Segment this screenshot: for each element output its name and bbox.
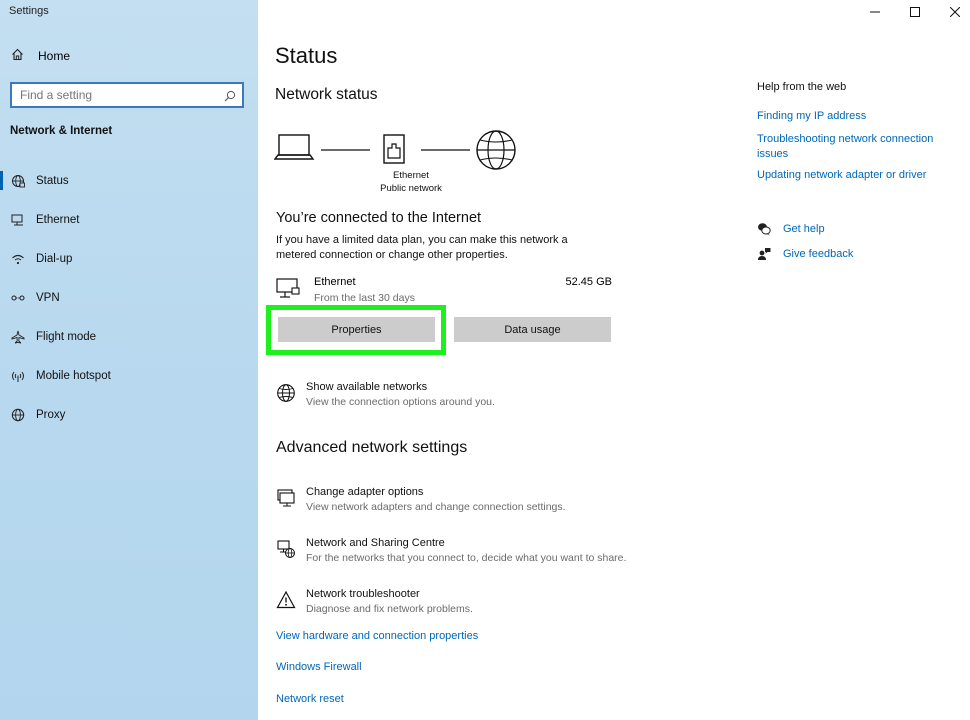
- ethernet-monitor-icon: [276, 278, 302, 305]
- home-icon: [11, 48, 24, 64]
- ethernet-usage-row: Ethernet From the last 30 days 52.45 GB: [276, 276, 612, 306]
- network-reset-link[interactable]: Network reset: [276, 693, 344, 705]
- connection-description: If you have a limited data plan, you can…: [276, 234, 568, 261]
- adapter-label: Ethernet: [393, 170, 429, 181]
- home-label: Home: [38, 49, 71, 63]
- sidebar-item-label: Proxy: [36, 408, 66, 421]
- advanced-settings-heading: Advanced network settings: [276, 439, 468, 456]
- ethernet-name: Ethernet: [314, 276, 356, 288]
- page-title: Status: [275, 43, 338, 68]
- sidebar-item-mobile-hotspot[interactable]: Mobile hotspot: [0, 356, 258, 395]
- sidebar-item-label: Ethernet: [36, 213, 80, 226]
- network-status-heading: Network status: [275, 86, 378, 103]
- sidebar-item-flight-mode[interactable]: Flight mode: [0, 317, 258, 356]
- dial-up-icon: [10, 251, 26, 267]
- sidebar-item-vpn[interactable]: VPN: [0, 278, 258, 317]
- sharing-centre-icon: [276, 539, 296, 559]
- properties-button[interactable]: Properties: [278, 317, 435, 342]
- connection-title: You’re connected to the Internet: [276, 210, 482, 226]
- globe-network-icon: [10, 173, 26, 189]
- search-icon[interactable]: [224, 89, 236, 102]
- hotspot-icon: [10, 368, 26, 384]
- main-content: Status Network status Ethernet Public ne…: [258, 0, 970, 720]
- home-nav[interactable]: Home: [11, 48, 70, 64]
- airplane-icon: [10, 329, 26, 345]
- sidebar-item-proxy[interactable]: Proxy: [0, 395, 258, 434]
- warning-icon: [276, 590, 296, 610]
- search-box[interactable]: [10, 82, 244, 108]
- search-input[interactable]: [20, 88, 224, 102]
- sidebar-item-label: Dial-up: [36, 252, 73, 265]
- network-type-label: Public network: [380, 183, 442, 194]
- vpn-icon: [10, 290, 26, 306]
- section-label: Network & Internet: [10, 125, 113, 137]
- network-diagram-graphic: [274, 130, 516, 170]
- give-feedback-link[interactable]: Give feedback: [757, 247, 853, 261]
- option-title: Network and Sharing Centre: [306, 537, 445, 549]
- ethernet-port-icon: [383, 134, 405, 164]
- sidebar-nav: Status Ethernet Dial-up VPN Flight mode: [0, 161, 258, 434]
- get-help-label: Get help: [783, 223, 825, 235]
- option-description: View network adapters and change connect…: [306, 501, 566, 513]
- chat-help-icon: [757, 222, 771, 236]
- get-help-link[interactable]: Get help: [757, 222, 825, 236]
- ethernet-icon: [10, 212, 26, 228]
- help-link-ip[interactable]: Finding my IP address: [757, 109, 957, 124]
- sidebar-item-ethernet[interactable]: Ethernet: [0, 200, 258, 239]
- network-adapter-icon: [276, 488, 296, 508]
- option-description: For the networks that you connect to, de…: [306, 552, 627, 564]
- data-usage-value: 52.45 GB: [565, 276, 612, 288]
- view-hardware-properties-link[interactable]: View hardware and connection properties: [276, 630, 478, 642]
- option-description: View the connection options around you.: [306, 396, 495, 408]
- usage-period: From the last 30 days: [314, 292, 415, 304]
- option-description: Diagnose and fix network problems.: [306, 603, 473, 615]
- data-usage-button[interactable]: Data usage: [454, 317, 611, 342]
- sidebar-item-status[interactable]: Status: [0, 161, 258, 200]
- sidebar-item-label: Mobile hotspot: [36, 369, 111, 382]
- sidebar-item-label: Flight mode: [36, 330, 97, 343]
- feedback-icon: [757, 247, 771, 261]
- globe-icon: [10, 407, 26, 423]
- window-title: Settings: [9, 5, 49, 17]
- sidebar-item-label: Status: [36, 174, 69, 187]
- give-feedback-label: Give feedback: [783, 248, 854, 260]
- sidebar-item-dial-up[interactable]: Dial-up: [0, 239, 258, 278]
- sidebar-item-label: VPN: [36, 291, 60, 304]
- option-title: Change adapter options: [306, 486, 424, 498]
- windows-firewall-link[interactable]: Windows Firewall: [276, 661, 362, 673]
- help-link-troubleshooting[interactable]: Troubleshooting network connection issue…: [757, 132, 957, 162]
- sidebar: Settings Home Network & Internet Status …: [0, 0, 258, 720]
- option-title: Show available networks: [306, 381, 428, 393]
- laptop-icon: [274, 134, 315, 160]
- internet-globe-icon: [476, 130, 516, 170]
- network-diagram: Ethernet Public network: [274, 128, 524, 198]
- option-title: Network troubleshooter: [306, 588, 420, 600]
- globe-icon: [276, 383, 296, 403]
- help-heading: Help from the web: [757, 81, 847, 93]
- help-link-adapter-driver[interactable]: Updating network adapter or driver: [757, 168, 957, 183]
